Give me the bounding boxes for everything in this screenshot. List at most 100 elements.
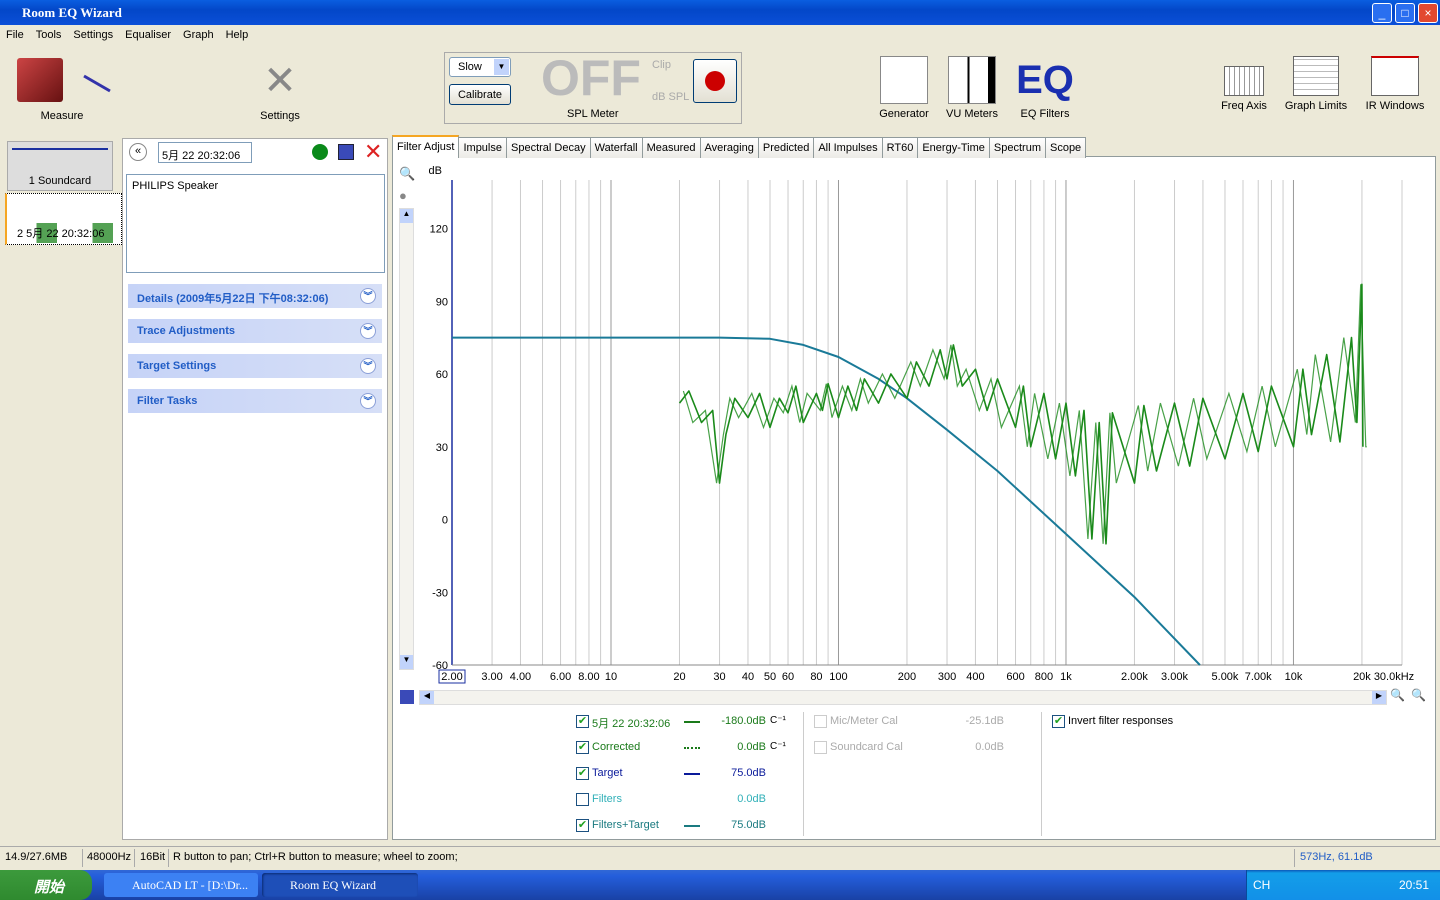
record-icon bbox=[705, 71, 725, 91]
trace-offset-value[interactable]: 0.0dB bbox=[692, 741, 766, 753]
trace-label: Filters bbox=[592, 793, 622, 805]
trace-offset-value[interactable]: -180.0dB bbox=[692, 715, 766, 727]
task-autocad[interactable]: AutoCAD LT - [D:\Dr... bbox=[104, 873, 258, 897]
delete-icon[interactable]: ✕ bbox=[364, 139, 382, 165]
tab-averaging[interactable]: Averaging bbox=[699, 137, 759, 158]
measurement-name-input[interactable]: 5月 22 20:32:06 bbox=[158, 142, 252, 163]
system-tray: CH 20:51 bbox=[1246, 870, 1440, 900]
vu-meters-button[interactable]: VU Meters bbox=[942, 56, 1002, 120]
section-title: Trace Adjustments bbox=[137, 325, 236, 337]
eq-filters-button[interactable]: EQ EQ Filters bbox=[1010, 56, 1080, 120]
eq-filters-icon: EQ bbox=[1016, 58, 1074, 102]
invert-filter-checkbox[interactable]: ✔ bbox=[1052, 715, 1065, 728]
cal-checkbox[interactable] bbox=[814, 715, 827, 728]
trace-offset-value[interactable]: 75.0dB bbox=[692, 819, 766, 831]
scroll-right-icon[interactable]: ▶ bbox=[1372, 691, 1386, 704]
generator-label: Generator bbox=[879, 108, 929, 120]
trace-checkbox[interactable]: ✔ bbox=[576, 819, 589, 832]
zoom-out-x-icon[interactable]: 🔍 bbox=[1411, 688, 1426, 702]
x-tick-label: 800 bbox=[1035, 671, 1053, 683]
trace-checkbox[interactable]: ✔ bbox=[576, 715, 589, 728]
menu-help[interactable]: Help bbox=[220, 26, 255, 41]
tab-all-impulses[interactable]: All Impulses bbox=[813, 137, 883, 158]
tab-spectrum[interactable]: Spectrum bbox=[988, 137, 1046, 158]
trace-label: Filters+Target bbox=[592, 819, 659, 831]
settings-button[interactable]: ✕ Settings bbox=[240, 56, 320, 122]
legend-panel: ✔ 5月 22 20:32:06 -180.0dB C⁻¹ ✔ Corrected 0.0d… bbox=[392, 708, 1436, 838]
start-button[interactable]: 開始 bbox=[0, 870, 92, 900]
trace-offset-value[interactable]: 75.0dB bbox=[692, 767, 766, 779]
x-tick-label: 300 bbox=[938, 671, 956, 683]
x-tick-label: 2.00 bbox=[441, 671, 462, 683]
save-icon[interactable] bbox=[338, 144, 354, 160]
section-details[interactable]: Details (2009年5月22日 下午08:32:06) ︾ bbox=[128, 284, 382, 308]
measurement-item-selected[interactable]: 2 5月 22 20:32:06 bbox=[5, 193, 122, 245]
language-indicator[interactable]: CH bbox=[1253, 878, 1270, 892]
menu-equaliser[interactable]: Equaliser bbox=[119, 26, 177, 41]
vu-meters-icon bbox=[948, 56, 996, 104]
save-graph-icon[interactable] bbox=[400, 690, 414, 704]
spl-unit: dB SPL bbox=[652, 91, 690, 103]
trace-checkbox[interactable]: ✔ bbox=[576, 767, 589, 780]
chevron-down-icon: ︾ bbox=[360, 393, 376, 409]
cal-checkbox[interactable] bbox=[814, 741, 827, 754]
notes-textarea[interactable]: PHILIPS Speaker bbox=[126, 174, 385, 273]
tab-filter-adjust[interactable]: Filter Adjust bbox=[392, 135, 460, 158]
section-filter-tasks[interactable]: Filter Tasks ︾ bbox=[128, 389, 382, 413]
speed-select[interactable]: Slow ▼ bbox=[449, 57, 511, 77]
ir-windows-button[interactable]: IR Windows bbox=[1362, 56, 1428, 112]
trace-checkbox[interactable]: ✔ bbox=[576, 741, 589, 754]
menu-settings[interactable]: Settings bbox=[67, 26, 119, 41]
y-axis-label: dB bbox=[429, 165, 442, 177]
zoom-in-x-icon[interactable]: 🔍 bbox=[1390, 688, 1405, 702]
generator-button[interactable]: Generator bbox=[874, 56, 934, 120]
cal-value: 0.0dB bbox=[975, 741, 1004, 753]
maximize-button[interactable]: □ bbox=[1395, 3, 1415, 23]
freq-axis-button[interactable]: Freq Axis bbox=[1214, 56, 1274, 112]
cal-label: Mic/Meter Cal bbox=[830, 715, 898, 727]
trace-offset-value[interactable]: 0.0dB bbox=[692, 793, 766, 805]
tab-scope[interactable]: Scope bbox=[1044, 137, 1087, 158]
trace-polarity-icon[interactable]: C⁻¹ bbox=[770, 715, 786, 726]
x-tick-label: 40 bbox=[742, 671, 754, 683]
tab-rt60[interactable]: RT60 bbox=[881, 137, 919, 158]
tab-measured[interactable]: Measured bbox=[641, 137, 701, 158]
x-tick-label: 600 bbox=[1006, 671, 1024, 683]
start-label: 開始 bbox=[34, 879, 65, 896]
trace-label: Corrected bbox=[592, 741, 641, 753]
trace-polarity-icon[interactable]: C⁻¹ bbox=[770, 741, 786, 752]
spl-record-button[interactable] bbox=[693, 59, 737, 103]
spl-readout: OFF bbox=[541, 50, 641, 106]
tab-energy-time[interactable]: Energy-Time bbox=[917, 137, 990, 158]
tab-spectral-decay[interactable]: Spectral Decay bbox=[506, 137, 591, 158]
scroll-left-icon[interactable]: ◀ bbox=[420, 691, 434, 704]
close-button[interactable]: × bbox=[1418, 3, 1438, 23]
menu-tools[interactable]: Tools bbox=[30, 26, 68, 41]
status-bar: 14.9/27.6MB 48000Hz 16Bit R button to pa… bbox=[0, 846, 1440, 868]
tab-predicted[interactable]: Predicted bbox=[757, 137, 815, 158]
x-tick-label: 7.00k bbox=[1245, 671, 1272, 683]
calibrate-button[interactable]: Calibrate bbox=[449, 84, 511, 105]
section-target-settings[interactable]: Target Settings ︾ bbox=[128, 354, 382, 378]
measurement-label: 1 Soundcard bbox=[28, 175, 92, 187]
x-tick-label: 200 bbox=[898, 671, 916, 683]
tab-waterfall[interactable]: Waterfall bbox=[589, 137, 643, 158]
tab-impulse[interactable]: Impulse bbox=[458, 137, 507, 158]
tools-icon: ✕ bbox=[263, 59, 297, 103]
menu-file[interactable]: File bbox=[0, 26, 30, 41]
measurement-label: 2 5月 22 20:32:06 bbox=[17, 228, 105, 240]
frequency-response-chart[interactable]: dB1209060300-30-602.00 3.00 4.00 6.00 8.00 10… bbox=[392, 158, 1436, 688]
measure-button[interactable]: Measure bbox=[12, 56, 112, 122]
collapse-button[interactable]: « bbox=[129, 143, 147, 161]
task-room-eq-wizard[interactable]: Room EQ Wizard bbox=[262, 873, 418, 897]
graph-limits-button[interactable]: Graph Limits bbox=[1282, 56, 1350, 112]
x-tick-label: 8.00 bbox=[578, 671, 599, 683]
section-trace-adjustments[interactable]: Trace Adjustments ︾ bbox=[128, 319, 382, 343]
chevron-down-icon: ︾ bbox=[360, 358, 376, 374]
minimize-button[interactable]: _ bbox=[1372, 3, 1392, 23]
horizontal-scrollbar[interactable]: ◀ ▶ bbox=[419, 690, 1387, 705]
window-title: Room EQ Wizard bbox=[22, 5, 122, 20]
measurement-item-soundcard[interactable]: 1 Soundcard bbox=[7, 141, 113, 191]
menu-graph[interactable]: Graph bbox=[177, 26, 220, 41]
trace-checkbox[interactable] bbox=[576, 793, 589, 806]
